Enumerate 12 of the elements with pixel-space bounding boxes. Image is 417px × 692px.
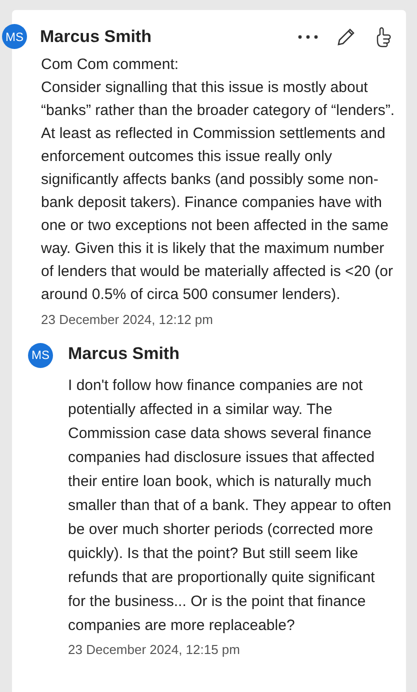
comment-text: Com Com comment: [41,55,180,75]
thumbs-up-icon [375,26,393,48]
timestamp: 23 December 2024, 12:15 pm [68,640,241,659]
author-name: Marcus Smith [68,342,180,364]
comment-text: Consider signalling that this issue is mostly about “banks” rather than the broader category of “lenders”. At least as reflected in Commission settlements and enforcement outcomes this issue really only significantly affects banks (and possibly some non-bank deposit takers). Finance companies have with one or two exceptions not been affected in the same way. Given this it is likely that the maximum number of lenders that would be materially affected is <20 (or around 0.5% of circa 500 consumer lenders). [41,78,396,305]
more-icon [298,35,318,39]
pencil-icon [336,27,356,47]
reply-text: I don't follow how finance companies are not potentially affected in a similar way. The Commission case data shows several finance companies had disclosure issues that affected their entire loan book, which is naturally much smaller than that of a bank. They appear to often be over much shorter periods (corrected more quickly). Is that the point? But still seem like refunds that are proportionally quite significant for the business... Or is the point that finance companies are more replaceable? [68,376,392,636]
avatar: MS [28,342,53,368]
author-name: Marcus Smith [40,26,152,48]
avatar: MS [2,24,27,49]
timestamp: 23 December 2024, 12:12 pm [40,311,214,329]
